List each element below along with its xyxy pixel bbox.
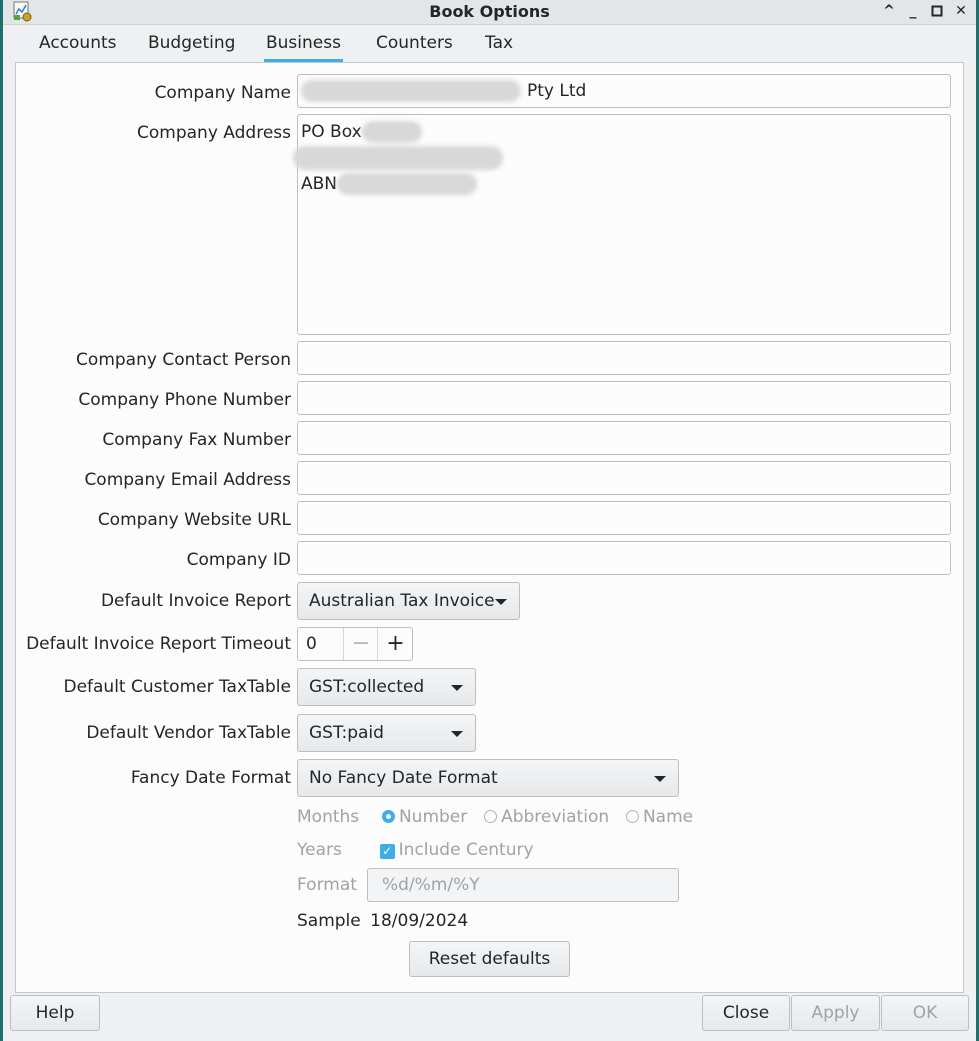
contact-person-label: Company Contact Person — [76, 350, 291, 370]
include-century-checkbox[interactable]: ✓ Include Century — [379, 840, 534, 860]
chevron-down-icon — [495, 599, 507, 605]
fancy-date-value: No Fancy Date Format — [309, 768, 498, 788]
fax-label: Company Fax Number — [102, 430, 291, 450]
redacted-text — [293, 146, 503, 170]
redacted-text — [337, 173, 478, 195]
format-label: Format — [297, 875, 357, 895]
default-invoice-report-dropdown[interactable]: Australian Tax Invoice — [297, 582, 520, 620]
radio-icon — [625, 810, 639, 823]
fax-field[interactable] — [297, 421, 951, 455]
help-button[interactable]: Help — [10, 995, 100, 1031]
customer-taxtable-label: Default Customer TaxTable — [63, 677, 291, 697]
company-name-field[interactable]: Pty Ltd — [297, 74, 951, 108]
chevron-down-icon — [654, 776, 666, 782]
fancy-date-dropdown[interactable]: No Fancy Date Format — [297, 759, 679, 797]
email-label: Company Email Address — [84, 470, 291, 490]
chevron-down-icon — [451, 685, 463, 691]
radio-icon — [484, 810, 498, 823]
invoice-timeout-label: Default Invoice Report Timeout — [26, 634, 291, 654]
company-id-label: Company ID — [186, 550, 291, 570]
months-abbreviation-radio[interactable]: Abbreviation — [484, 807, 609, 827]
vendor-taxtable-dropdown[interactable]: GST:paid — [297, 714, 476, 752]
years-label: Years — [297, 840, 342, 860]
invoice-timeout-value: 0 — [306, 634, 317, 654]
website-field[interactable] — [297, 501, 951, 535]
sample-value: 18/09/2024 — [370, 911, 469, 931]
months-row: Months Number Abbreviation Name — [297, 807, 693, 827]
months-number-radio[interactable]: Number — [381, 807, 468, 827]
default-invoice-report-label: Default Invoice Report — [100, 591, 291, 611]
address-line-3: ABN — [301, 174, 338, 194]
phone-label: Company Phone Number — [78, 390, 291, 410]
customer-taxtable-dropdown[interactable]: GST:collected — [297, 668, 476, 706]
increment-icon[interactable]: + — [377, 628, 413, 660]
customer-taxtable-value: GST:collected — [309, 677, 425, 697]
months-label: Months — [297, 807, 360, 827]
years-row: Years ✓ Include Century — [297, 840, 534, 860]
redacted-text — [361, 121, 422, 143]
vendor-taxtable-value: GST:paid — [309, 723, 384, 743]
months-number-label: Number — [398, 807, 468, 827]
website-label: Company Website URL — [97, 510, 291, 530]
months-abbreviation-label: Abbreviation — [501, 807, 610, 827]
address-line-1: PO Box — [301, 122, 362, 142]
apply-button[interactable]: Apply — [791, 995, 880, 1031]
email-field[interactable] — [297, 461, 951, 495]
company-name-label: Company Name — [154, 83, 291, 103]
default-invoice-report-value: Australian Tax Invoice — [309, 591, 495, 611]
months-name-label: Name — [642, 807, 694, 827]
chevron-down-icon — [451, 731, 463, 737]
business-form: Company Name Pty Ltd Company Address PO … — [0, 0, 979, 1041]
sample-label: Sample — [297, 911, 361, 931]
decrement-icon[interactable]: − — [343, 628, 378, 660]
phone-field[interactable] — [297, 381, 951, 415]
close-button[interactable]: Close — [702, 995, 790, 1031]
contact-person-field[interactable] — [297, 341, 951, 375]
radio-selected-icon — [381, 810, 395, 823]
reset-defaults-button[interactable]: Reset defaults — [409, 941, 570, 977]
include-century-label: Include Century — [398, 840, 534, 860]
company-address-label: Company Address — [137, 123, 291, 143]
invoice-timeout-spinbox[interactable]: 0 − + — [297, 627, 413, 661]
company-address-field[interactable]: PO Box ABN — [293, 114, 951, 335]
fancy-date-label: Fancy Date Format — [130, 768, 291, 788]
months-name-radio[interactable]: Name — [625, 807, 694, 827]
sample-row: Sample 18/09/2024 — [297, 911, 468, 931]
company-name-value: Pty Ltd — [527, 81, 587, 101]
redacted-text — [301, 80, 521, 102]
format-field[interactable]: %d/%m/%Y — [367, 868, 679, 902]
company-id-field[interactable] — [297, 541, 951, 575]
checkmark-icon: ✓ — [379, 844, 395, 859]
ok-button[interactable]: OK — [881, 995, 969, 1031]
vendor-taxtable-label: Default Vendor TaxTable — [86, 723, 291, 743]
